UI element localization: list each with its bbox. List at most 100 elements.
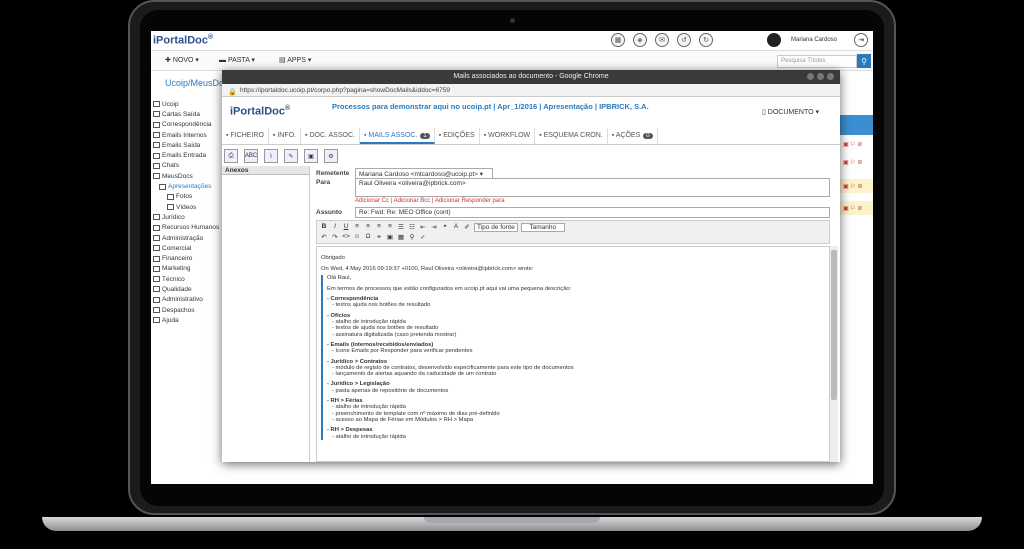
align-right-icon[interactable]: ≡ (375, 223, 383, 232)
document-menu[interactable]: ▯ DOCUMENTO ▾ (762, 108, 819, 116)
sidebar-item[interactable]: Comercial (151, 243, 226, 253)
apps-menu[interactable]: ▤ APPS ▾ (279, 56, 311, 64)
mail-icon[interactable]: ✉ (655, 33, 669, 47)
redo-icon[interactable]: ↷ (331, 233, 339, 241)
font-select[interactable]: Tipo de fonte (474, 223, 518, 232)
doc-row[interactable]: ▣ ⚐ ⊘ (839, 201, 873, 215)
image-icon[interactable]: ▣ (304, 149, 318, 163)
outdent-icon[interactable]: ⇤ (419, 223, 427, 232)
omega-icon[interactable]: Ω (364, 233, 372, 241)
document-title: Processos para demonstrar aqui no ucoip.… (332, 102, 649, 111)
underline-icon[interactable]: U (342, 223, 350, 232)
sidebar-item[interactable]: Administração (151, 233, 226, 243)
tab-mails-assoc-[interactable]: ▪ MAILS ASSOC. 1 (359, 128, 435, 144)
calendar-icon[interactable]: ▦ (611, 33, 625, 47)
sidebar-item[interactable]: Administrativo (151, 295, 226, 305)
print-icon[interactable]: ⎙ (224, 149, 238, 163)
tab-doc-assoc-[interactable]: ▪ DOC. ASSOC. (301, 128, 360, 144)
list-icon[interactable]: ☰ (397, 223, 405, 232)
pasta-menu[interactable]: ▬ PASTA ▾ (219, 56, 255, 64)
para-field[interactable]: Raul Oliveira <oliveira@ipbrick.com> (355, 178, 830, 197)
url-bar[interactable]: 🔒 https://iportaldoc.ucoip.pt/corpo.php?p… (222, 84, 840, 97)
menu-bar: ✚ NOVO ▾ ▬ PASTA ▾ ▤ APPS ▾ (151, 51, 873, 71)
undo-icon[interactable]: ↶ (320, 233, 328, 241)
image-insert-icon[interactable]: ▣ (386, 233, 394, 241)
ordered-list-icon[interactable]: ☷ (408, 223, 416, 232)
html-icon[interactable]: <> (342, 233, 350, 241)
font-color-icon[interactable]: A (452, 223, 460, 232)
sidebar-item[interactable]: Ucoip (151, 99, 226, 109)
folder-icon (153, 173, 160, 180)
sidebar-item[interactable]: MeusDocs (151, 171, 226, 181)
breadcrumb[interactable]: Ucoip/MeusDoc (165, 78, 229, 88)
sidebar-item[interactable]: Emails Saída (151, 140, 226, 150)
spell-icon[interactable]: ✓ (419, 233, 427, 241)
italic-icon[interactable]: I (331, 223, 339, 232)
sidebar-item[interactable]: Fotos (151, 192, 226, 202)
close-icon[interactable] (827, 73, 834, 80)
bold-icon[interactable]: B (320, 223, 328, 232)
logout-icon[interactable]: ⇥ (854, 33, 868, 47)
tab-esquema-cron-[interactable]: ▪ ESQUEMA CRON. (535, 128, 608, 144)
maximize-icon[interactable] (817, 73, 824, 80)
sidebar-item[interactable]: Técnico (151, 274, 226, 284)
add-reply-to-link[interactable]: Adicionar Responder para (435, 198, 505, 204)
justify-icon[interactable]: ≡ (386, 223, 394, 232)
sidebar-item[interactable]: Jurídico (151, 212, 226, 222)
sidebar-item[interactable]: Marketing (151, 264, 226, 274)
sidebar-item[interactable]: Vídeos (151, 202, 226, 212)
sidebar-item[interactable]: Recursos Humanos (151, 223, 226, 233)
novo-menu[interactable]: ✚ NOVO ▾ (165, 56, 199, 64)
tab-edi-es[interactable]: ▪ EDIÇÕES (435, 128, 480, 144)
folder-icon (153, 224, 160, 231)
tab-workflow[interactable]: ▪ WORKFLOW (480, 128, 536, 144)
sidebar-item[interactable]: Despachos (151, 305, 226, 315)
reload-icon[interactable]: ↻ (699, 33, 713, 47)
selected-row[interactable] (839, 115, 873, 135)
search-replace-icon[interactable]: ⚲ (408, 233, 416, 241)
table-icon[interactable]: ▦ (397, 233, 405, 241)
spellcheck-icon[interactable]: ABC (244, 149, 258, 163)
edit-icon[interactable]: ✎ (284, 149, 298, 163)
add-bcc-link[interactable]: Adicionar Bcc (394, 198, 431, 204)
doc-row[interactable]: ▣ ⚐ ⊘ (839, 179, 873, 193)
sidebar-item[interactable]: Emails Entrada (151, 150, 226, 160)
email-body-editor[interactable]: Obrigado On Wed, 4 May 2016 09:19:37 +010… (316, 246, 830, 462)
tab-ficheiro[interactable]: ▪ FICHEIRO (222, 128, 269, 144)
app-logo[interactable]: iPortalDoc® (153, 34, 213, 47)
sidebar-item[interactable]: Chats (151, 161, 226, 171)
search-input[interactable]: Pesquisa Títulos (777, 55, 857, 68)
sidebar-item[interactable]: Cartas Saída (151, 109, 226, 119)
align-left-icon[interactable]: ≡ (353, 223, 361, 232)
emoji-icon[interactable]: ☺ (353, 233, 361, 241)
folder-icon (153, 235, 160, 241)
sidebar-item-label: Marketing (162, 265, 191, 273)
minimize-icon[interactable] (807, 73, 814, 80)
add-cc-link[interactable]: Adicionar Cc (355, 198, 389, 204)
doc-row[interactable]: ▣ ⚐ ⊘ (839, 155, 873, 169)
history-icon[interactable]: ↺ (677, 33, 691, 47)
search-icon[interactable]: ⚲ (857, 54, 871, 68)
section-line: - atalho de introdução rápida (332, 433, 406, 440)
assunto-field[interactable]: Re: Fwd: Re: MEO Office (cont) (355, 207, 830, 218)
tab-a-es[interactable]: ▪ AÇÕES 0 (608, 128, 658, 144)
quote-icon[interactable]: ❝ (441, 223, 449, 232)
link-icon[interactable]: ⚭ (375, 233, 383, 241)
sidebar-item[interactable]: Ajuda (151, 315, 226, 325)
highlight-icon[interactable]: ✐ (463, 223, 471, 232)
avatar[interactable] (767, 33, 781, 47)
sidebar-item[interactable]: Emails Internos (151, 130, 226, 140)
settings-icon[interactable]: ⚙ (324, 149, 338, 163)
scrollbar-thumb[interactable] (831, 250, 837, 400)
tab-info-[interactable]: ▪ INFO. (269, 128, 301, 144)
sidebar-item[interactable]: Qualidade (151, 284, 226, 294)
sidebar-item[interactable]: Correspondência (151, 120, 226, 130)
sidebar-item[interactable]: Apresentações (151, 181, 226, 191)
doc-row[interactable]: ▣ ⚐ ⊘ (839, 137, 873, 151)
align-center-icon[interactable]: ≡ (364, 223, 372, 232)
indent-icon[interactable]: ⇥ (430, 223, 438, 232)
attach-icon[interactable]: ⌇ (264, 149, 278, 163)
size-select[interactable]: Tamanho (520, 223, 565, 232)
tag-icon[interactable]: ◈ (633, 33, 647, 47)
sidebar-item[interactable]: Financeiro (151, 253, 226, 263)
